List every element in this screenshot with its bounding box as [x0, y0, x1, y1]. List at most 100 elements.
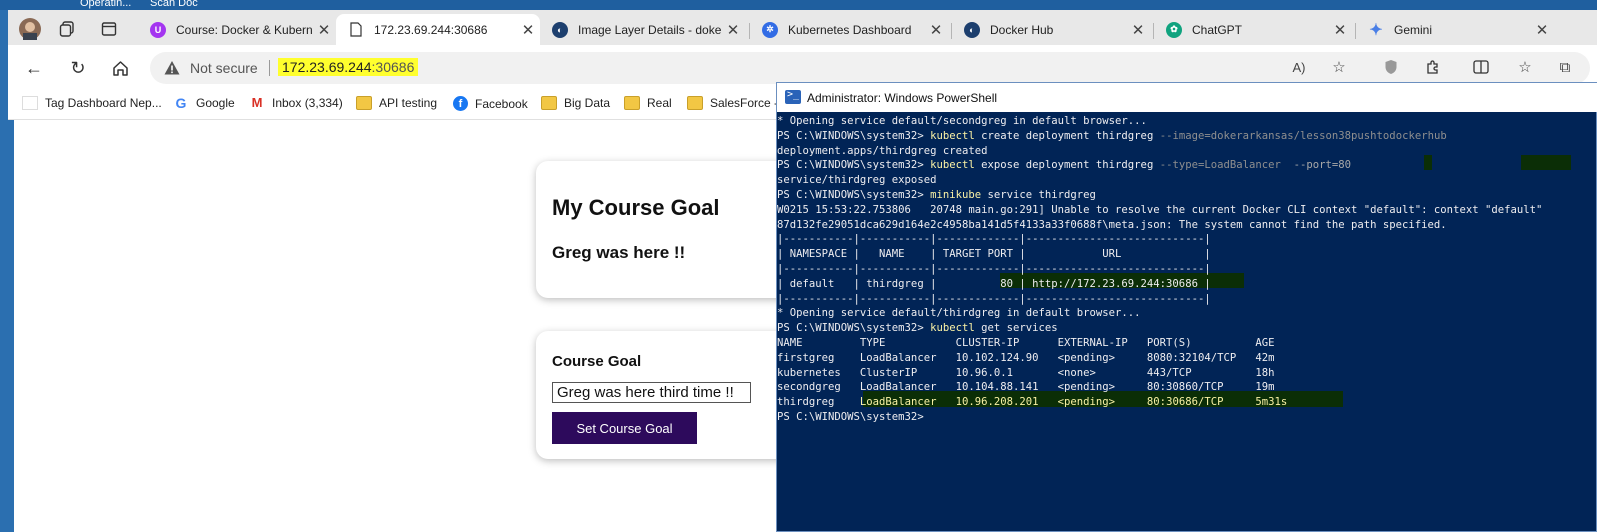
- powershell-title: Administrator: Windows PowerShell: [807, 91, 998, 105]
- console-line: 87d132fe29051dca629d164e2c4958ba141d5f41…: [777, 218, 1447, 233]
- console-segment: PS C:\WINDOWS\system32>: [777, 411, 924, 423]
- powershell-window[interactable]: Administrator: Windows PowerShell * Open…: [776, 82, 1597, 532]
- console-line: | default | thirdgreg | 80 | http://172.…: [777, 277, 1211, 292]
- bookmark-salesforce[interactable]: SalesForce -: [687, 96, 778, 110]
- console-line: | NAMESPACE | NAME | TARGET PORT | URL |: [777, 247, 1211, 262]
- console-segment: --type=LoadBalancer: [1159, 159, 1294, 172]
- highlight-mark: [1424, 155, 1432, 170]
- close-icon[interactable]: ✕: [721, 21, 745, 39]
- workspaces-icon[interactable]: [56, 18, 78, 40]
- console-line: deployment.apps/thirdgreg created: [777, 144, 987, 159]
- console-line: |-----------|-----------|-------------|-…: [777, 232, 1211, 247]
- docker-icon: ◐: [552, 21, 568, 38]
- goal-heading: My Course Goal: [552, 195, 720, 220]
- console-segment: NAME TYPE CLUSTER-IP EXTERNAL-IP PORT(S)…: [777, 337, 1275, 349]
- url-text[interactable]: 172.23.69.244:30686: [278, 58, 419, 76]
- console-segment: * Opening service default/secondgreg in …: [777, 115, 1147, 127]
- read-aloud-icon[interactable]: A): [1288, 56, 1310, 78]
- favorites-icon[interactable]: ☆: [1514, 56, 1536, 78]
- console-segment: kubectl: [930, 159, 975, 172]
- console-line: service/thirdgreg exposed: [777, 173, 936, 188]
- desktop-icon-label[interactable]: Operatin...: [80, 0, 131, 9]
- split-screen-icon[interactable]: [1470, 56, 1492, 78]
- powershell-console[interactable]: * Opening service default/secondgreg in …: [777, 112, 1596, 531]
- close-icon[interactable]: ✕: [312, 21, 336, 39]
- console-segment: --image=dokerarkansas/lesson38pushtodock…: [1159, 129, 1447, 142]
- console-line: PS C:\WINDOWS\system32> minikube service…: [777, 188, 1096, 203]
- console-segment: LoadBalancer 10.96.208.201 <pending> 80:…: [859, 396, 1288, 409]
- tab-udemy-course[interactable]: U Course: Docker & Kubernet ✕: [138, 14, 336, 45]
- console-line: kubernetes ClusterIP 10.96.0.1 <none> 44…: [777, 366, 1274, 381]
- home-icon[interactable]: [108, 56, 132, 80]
- back-icon[interactable]: ←: [22, 56, 46, 80]
- tab-image-layer-details[interactable]: ◐ Image Layer Details - doke ✕: [540, 14, 745, 45]
- tab-chatgpt[interactable]: ✿ ChatGPT ✕: [1154, 14, 1352, 45]
- window-edge: [8, 120, 14, 532]
- console-line: NAME TYPE CLUSTER-IP EXTERNAL-IP PORT(S)…: [777, 336, 1274, 351]
- close-icon[interactable]: ✕: [516, 21, 540, 39]
- console-segment: get services: [974, 322, 1058, 335]
- docker-icon: ◐: [964, 21, 980, 38]
- console-segment: firstgreg LoadBalancer 10.102.124.90 <pe…: [777, 351, 1275, 364]
- close-icon[interactable]: ✕: [1126, 21, 1150, 39]
- desktop-icon-label[interactable]: Scan Doc: [150, 0, 198, 9]
- gmail-icon: M: [251, 95, 263, 110]
- extensions-icon[interactable]: [1422, 56, 1444, 78]
- set-course-goal-button[interactable]: Set Course Goal: [552, 412, 697, 444]
- tab-kubernetes-dashboard[interactable]: ✲ Kubernetes Dashboard ✕: [750, 14, 948, 45]
- goal-text: Greg was here !!: [552, 243, 686, 262]
- console-segment: service/thirdgreg exposed: [777, 174, 937, 187]
- bookmark-tag-dashboard[interactable]: Tag Dashboard Nep...: [22, 96, 162, 110]
- console-segment: secondgreg LoadBalancer 10.104.88.141 <p…: [777, 381, 1275, 394]
- url-separator: [269, 60, 270, 76]
- console-line: PS C:\WINDOWS\system32> kubectl expose d…: [777, 158, 1351, 173]
- console-line: PS C:\WINDOWS\system32>: [777, 410, 924, 425]
- console-line: PS C:\WINDOWS\system32> kubectl create d…: [777, 129, 1447, 144]
- close-icon[interactable]: ✕: [1530, 21, 1554, 39]
- console-segment: kubectl: [930, 129, 975, 142]
- bookmark-facebook[interactable]: f Facebook: [453, 96, 528, 111]
- favorite-star-icon[interactable]: ☆: [1328, 56, 1350, 78]
- tab-active-page[interactable]: 172.23.69.244:30686 ✕: [336, 14, 540, 45]
- profile-avatar[interactable]: [18, 17, 42, 41]
- console-segment: | NAMESPACE | NAME | TARGET PORT | URL |: [777, 248, 1211, 261]
- console-segment: 87d132fe29051dca629d164e2c4958ba141d5f41…: [777, 218, 1447, 231]
- console-line: firstgreg LoadBalancer 10.102.124.90 <pe…: [777, 351, 1274, 366]
- console-segment: thirdgreg: [777, 396, 860, 409]
- security-label[interactable]: Not secure: [190, 60, 258, 76]
- folder-icon: [356, 96, 372, 110]
- console-line: |-----------|-----------|-------------|-…: [777, 292, 1211, 307]
- collections-icon[interactable]: ⧉: [1554, 56, 1576, 78]
- course-goal-label: Course Goal: [552, 353, 642, 370]
- bookmark-api-testing[interactable]: API testing: [356, 96, 437, 110]
- shield-icon[interactable]: [1380, 56, 1402, 78]
- console-segment: minikube: [930, 189, 982, 201]
- course-goal-input[interactable]: [552, 382, 751, 403]
- tab-docker-hub[interactable]: ◐ Docker Hub ✕: [952, 14, 1150, 45]
- url-port: :30686: [371, 59, 415, 75]
- console-segment: * Opening service default/thirdgreg in d…: [777, 307, 1141, 320]
- warning-icon[interactable]: [164, 60, 180, 76]
- folder-icon: [541, 96, 557, 110]
- close-icon[interactable]: ✕: [1328, 21, 1352, 39]
- console-segment: |-----------|-----------|-------------|-…: [777, 263, 1211, 275]
- console-segment: PS C:\WINDOWS\system32>: [777, 129, 931, 142]
- vertical-tabs-icon[interactable]: [98, 18, 120, 40]
- bookmark-inbox[interactable]: M Inbox (3,334): [249, 95, 343, 111]
- bookmark-real[interactable]: Real: [624, 96, 672, 110]
- console-line: * Opening service default/secondgreg in …: [777, 114, 1147, 129]
- console-line: thirdgreg LoadBalancer 10.96.208.201 <pe…: [777, 395, 1287, 410]
- powershell-titlebar[interactable]: Administrator: Windows PowerShell: [777, 83, 1597, 112]
- desktop-strip: Operatin... Scan Doc: [0, 0, 1597, 10]
- omnibox[interactable]: Not secure 172.23.69.244:30686: [150, 52, 1590, 84]
- refresh-icon[interactable]: ↻: [66, 56, 90, 80]
- tab-gemini[interactable]: ✦ Gemini ✕: [1356, 14, 1554, 45]
- bookmark-google[interactable]: G Google: [173, 96, 235, 110]
- highlight-mark: [1521, 155, 1571, 170]
- facebook-icon: f: [453, 96, 468, 111]
- folder-icon: [624, 96, 640, 110]
- kubernetes-icon: ✲: [762, 21, 778, 38]
- close-icon[interactable]: ✕: [924, 21, 948, 39]
- bookmark-big-data[interactable]: Big Data: [541, 96, 610, 110]
- console-line: * Opening service default/thirdgreg in d…: [777, 306, 1141, 321]
